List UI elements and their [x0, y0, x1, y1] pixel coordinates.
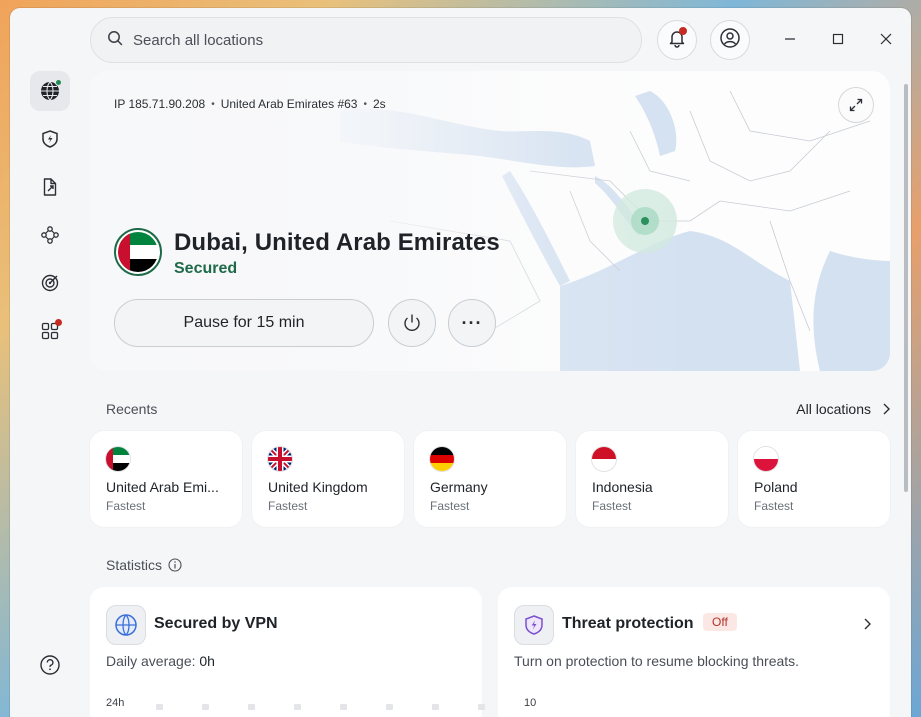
expand-icon — [849, 98, 863, 112]
sidebar-item-split-tunneling[interactable] — [30, 167, 70, 207]
country-flag — [114, 228, 162, 276]
notification-dot — [679, 27, 687, 35]
search-input[interactable] — [133, 31, 613, 49]
recent-location-name: United Arab Emi... — [106, 479, 219, 495]
minimize-icon — [785, 38, 795, 40]
daily-average-value: 0h — [199, 653, 215, 669]
recent-location-sub: Fastest — [592, 499, 632, 513]
apps-notification-dot — [55, 319, 62, 326]
shield-bolt-icon — [42, 130, 58, 148]
recent-location-card[interactable]: Germany Fastest — [414, 431, 566, 527]
chevron-right-icon — [883, 403, 890, 415]
info-icon[interactable] — [168, 558, 182, 572]
poland-flag-icon — [754, 447, 778, 471]
separator-dot: • — [363, 98, 367, 110]
connected-location: Dubai, United Arab Emirates — [174, 229, 500, 256]
shield-bolt-icon — [525, 615, 543, 635]
search-bar[interactable] — [90, 17, 642, 63]
all-locations-label: All locations — [796, 401, 871, 417]
scrollbar[interactable] — [904, 84, 908, 492]
connection-status: Secured — [174, 260, 238, 277]
threat-stat-icon — [514, 605, 554, 645]
threat-stat-title: Threat protection — [562, 615, 694, 632]
recent-location-sub: Fastest — [754, 499, 794, 513]
close-button[interactable] — [877, 30, 895, 48]
indonesia-flag-icon — [592, 447, 616, 471]
vpn-axis-top: 24h — [106, 697, 125, 709]
app-window: IP 185.71.90.208 • United Arab Emirates … — [10, 8, 911, 717]
vpn-stat-title: Secured by VPN — [154, 615, 278, 632]
recent-location-card[interactable]: United Kingdom Fastest — [252, 431, 404, 527]
sidebar-item-threat-protection[interactable] — [30, 119, 70, 159]
recent-location-name: Poland — [754, 479, 798, 495]
vpn-stat-icon — [106, 605, 146, 645]
all-locations-link[interactable]: All locations — [796, 401, 891, 417]
ip-address: IP 185.71.90.208 — [114, 97, 206, 111]
recent-location-sub: Fastest — [268, 499, 308, 513]
connection-details: IP 185.71.90.208 • United Arab Emirates … — [114, 97, 386, 111]
statistics-title: Statistics — [106, 557, 163, 573]
notifications-button[interactable] — [657, 20, 697, 60]
disconnect-button[interactable] — [388, 299, 436, 347]
uae-flag-icon — [106, 447, 130, 471]
minimize-button[interactable] — [781, 30, 799, 48]
more-options-button[interactable]: ··· — [448, 299, 496, 347]
help-icon — [40, 655, 60, 675]
recents-title: Recents — [106, 401, 158, 417]
search-icon — [107, 30, 123, 51]
recent-location-sub: Fastest — [106, 499, 146, 513]
globe-icon — [115, 614, 137, 636]
sidebar-item-apps[interactable] — [30, 311, 70, 351]
sidebar-item-dark-web-monitor[interactable] — [30, 263, 70, 303]
uae-flag-icon — [118, 232, 158, 272]
daily-average-label: Daily average: — [106, 653, 200, 669]
separator-dot: • — [211, 98, 215, 110]
sidebar-item-help[interactable] — [30, 645, 70, 685]
pause-button[interactable]: Pause for 15 min — [114, 299, 374, 347]
connection-card: IP 185.71.90.208 • United Arab Emirates … — [90, 71, 890, 371]
recent-location-card[interactable]: Poland Fastest — [738, 431, 890, 527]
vpn-chart-bars — [156, 704, 485, 710]
threat-axis-top: 10 — [524, 697, 537, 709]
power-icon — [404, 314, 420, 332]
connected-dot — [55, 79, 62, 86]
vpn-daily-average: Daily average: 0h — [106, 653, 215, 669]
maximize-button[interactable] — [829, 30, 847, 48]
threat-stat-desc: Turn on protection to resume blocking th… — [514, 653, 800, 669]
threat-stats-card[interactable]: Threat protection Off Turn on protection… — [498, 587, 890, 717]
chevron-right-icon — [864, 618, 871, 630]
status-badge: Off — [703, 613, 737, 631]
meshnet-icon — [41, 226, 59, 244]
recent-location-name: Indonesia — [592, 479, 653, 495]
server-name: United Arab Emirates #63 — [220, 97, 358, 111]
account-button[interactable] — [710, 20, 750, 60]
connection-duration: 2s — [372, 97, 386, 111]
recent-location-name: United Kingdom — [268, 479, 368, 495]
recent-location-card[interactable]: United Arab Emi... Fastest — [90, 431, 242, 527]
maximize-icon — [832, 33, 844, 45]
germany-flag-icon — [430, 447, 454, 471]
recent-location-name: Germany — [430, 479, 488, 495]
file-export-icon — [43, 178, 57, 196]
statistics-header: Statistics — [106, 557, 182, 573]
close-icon — [880, 33, 892, 45]
recent-location-card[interactable]: Indonesia Fastest — [576, 431, 728, 527]
uk-flag-icon — [268, 447, 292, 471]
target-icon — [41, 274, 59, 292]
user-icon — [719, 27, 741, 54]
expand-map-button[interactable] — [838, 87, 874, 123]
sidebar-item-meshnet[interactable] — [30, 215, 70, 255]
recent-location-sub: Fastest — [430, 499, 470, 513]
sidebar-item-vpn[interactable] — [30, 71, 70, 111]
vpn-stats-card: Secured by VPN Daily average: 0h 24h — [90, 587, 485, 717]
